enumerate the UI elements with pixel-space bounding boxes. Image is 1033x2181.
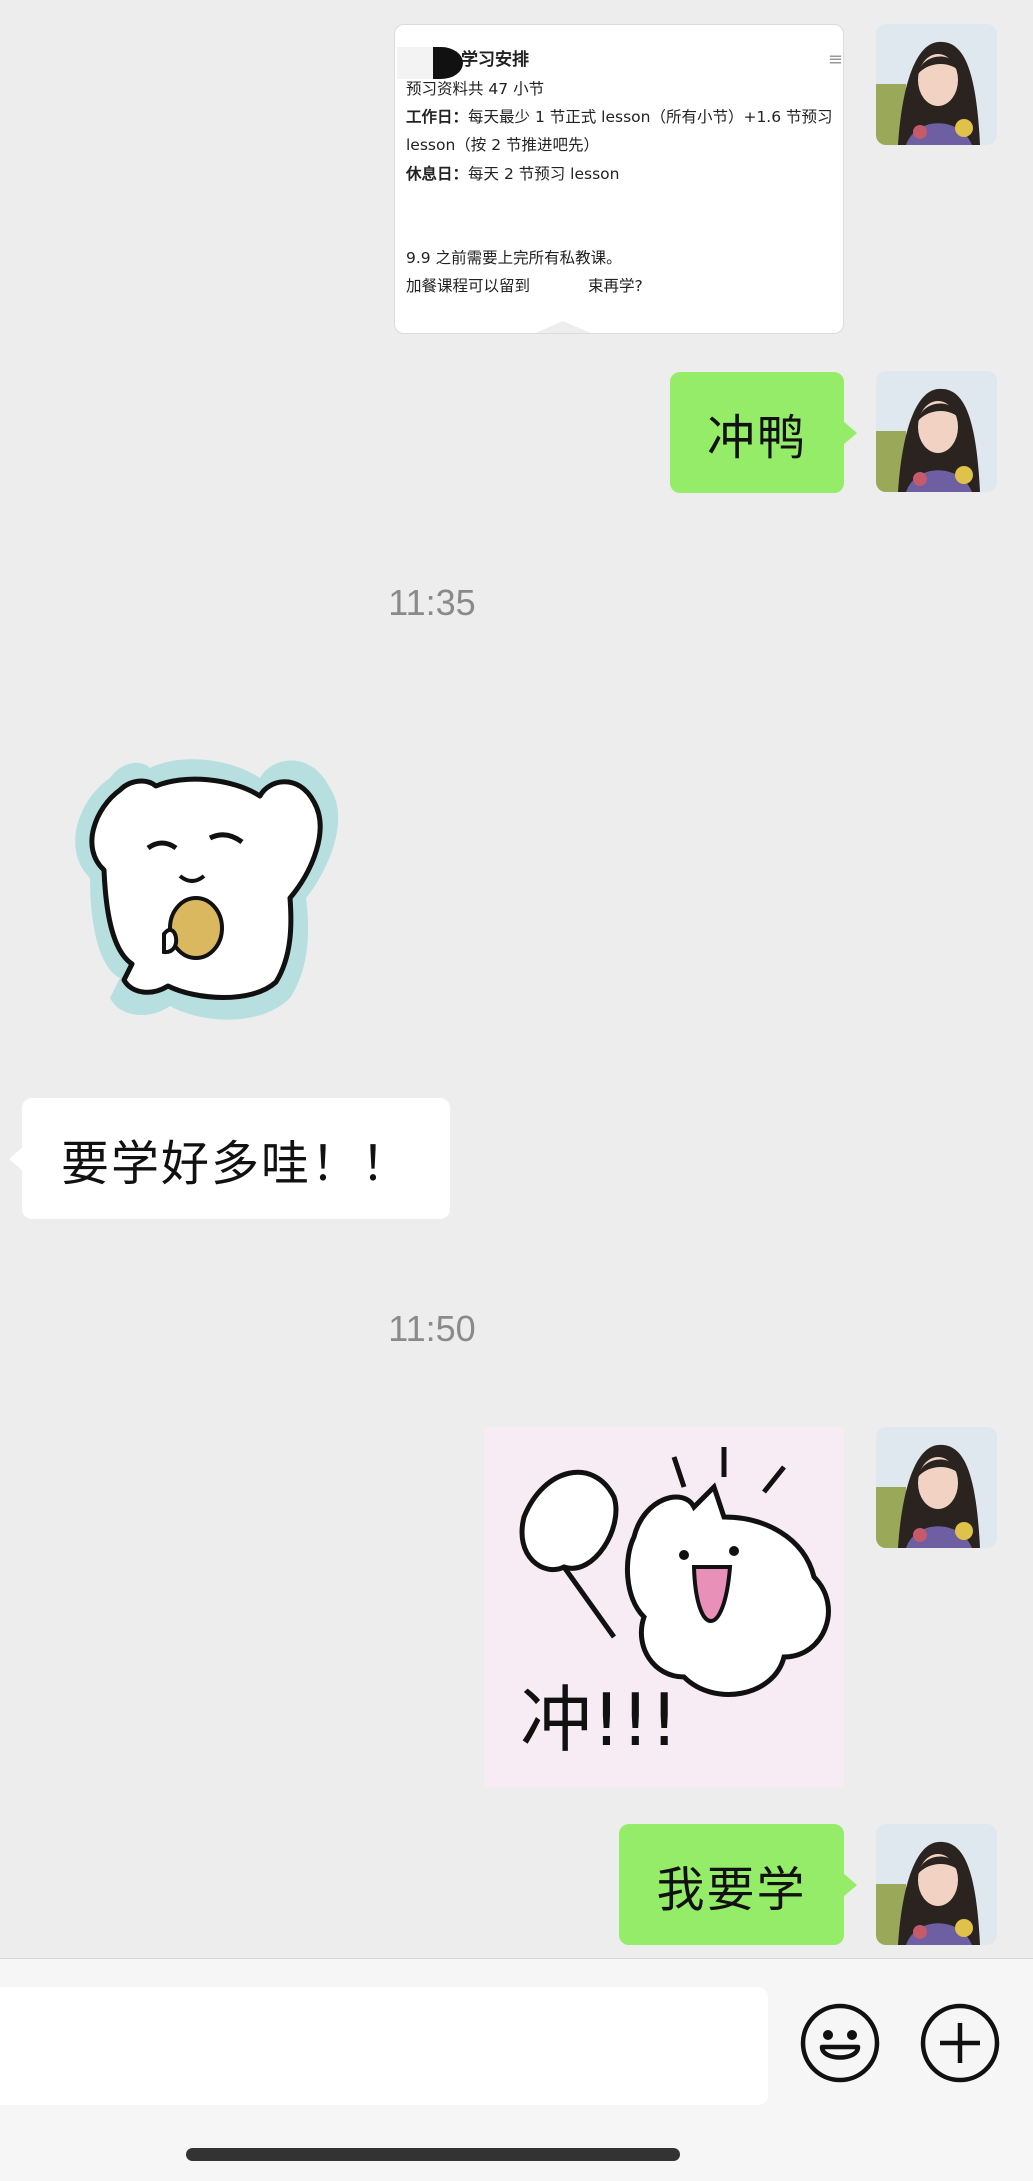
line-text: 每天最少 1 节正式 lesson（所有小节）+1.6 节预习	[468, 108, 833, 126]
redacted-mark-icon	[397, 47, 463, 79]
document-title: 学习安排	[461, 50, 529, 70]
avatar-photo	[876, 371, 997, 492]
document-line: 预习资料共 47 小节	[406, 80, 545, 98]
line-text: 加餐课程可以留到	[406, 277, 531, 295]
dog-sticker[interactable]	[60, 738, 356, 1028]
message-bubble[interactable]: 我要学	[619, 1824, 857, 1945]
avatar-photo	[876, 24, 997, 145]
message-text: 要学好多哇！！	[60, 1135, 411, 1192]
avatar-photo	[876, 1427, 997, 1548]
dog-sticker-image	[75, 759, 339, 1020]
avatar[interactable]	[876, 1824, 997, 1945]
line-text: 每天 2 节预习 lesson	[468, 165, 620, 183]
home-indicator	[186, 2148, 680, 2161]
plus-circle-icon	[920, 2003, 1000, 2083]
cat-sticker-image: 冲!!!	[519, 1447, 831, 1762]
image-pointer	[531, 321, 595, 333]
avatar[interactable]	[876, 1427, 997, 1548]
document-line: lesson（按 2 节推进吧先）	[406, 136, 600, 154]
line-label: 休息日：	[406, 165, 469, 183]
sticker-caption: 冲!!!	[520, 1678, 679, 1762]
message-text: 我要学	[656, 1861, 807, 1918]
document-image-message[interactable]: 学习安排 ≡ 预习资料共 47 小节 工作日：每天最少 1 节正式 lesson…	[394, 24, 844, 334]
message-text: 冲鸭	[706, 409, 807, 466]
menu-lines-icon: ≡	[827, 49, 843, 70]
line-text: 束再学?	[588, 277, 643, 295]
emoji-button[interactable]	[800, 2003, 880, 2083]
document-line: 休息日：每天 2 节预习 lesson	[406, 162, 619, 184]
document-line: 加餐课程可以留到 束再学?	[406, 274, 643, 296]
line-label: 工作日：	[406, 108, 469, 126]
document-line: 工作日：每天最少 1 节正式 lesson（所有小节）+1.6 节预习	[406, 105, 833, 127]
smiley-face-icon	[800, 2003, 880, 2083]
more-button[interactable]	[920, 2003, 1000, 2083]
avatar[interactable]	[876, 371, 997, 492]
avatar[interactable]	[876, 24, 997, 145]
message-bubble[interactable]: 冲鸭	[670, 372, 857, 493]
message-bubble[interactable]: 要学好多哇！！	[9, 1098, 450, 1219]
document-line: 9.9 之前需要上完所有私教课。	[406, 249, 622, 267]
message-input[interactable]	[0, 1987, 768, 2105]
timestamp: 11:50	[388, 1308, 476, 1349]
avatar-photo	[876, 1824, 997, 1945]
timestamp: 11:35	[388, 582, 476, 623]
cat-sticker[interactable]: 冲!!!	[484, 1427, 844, 1787]
